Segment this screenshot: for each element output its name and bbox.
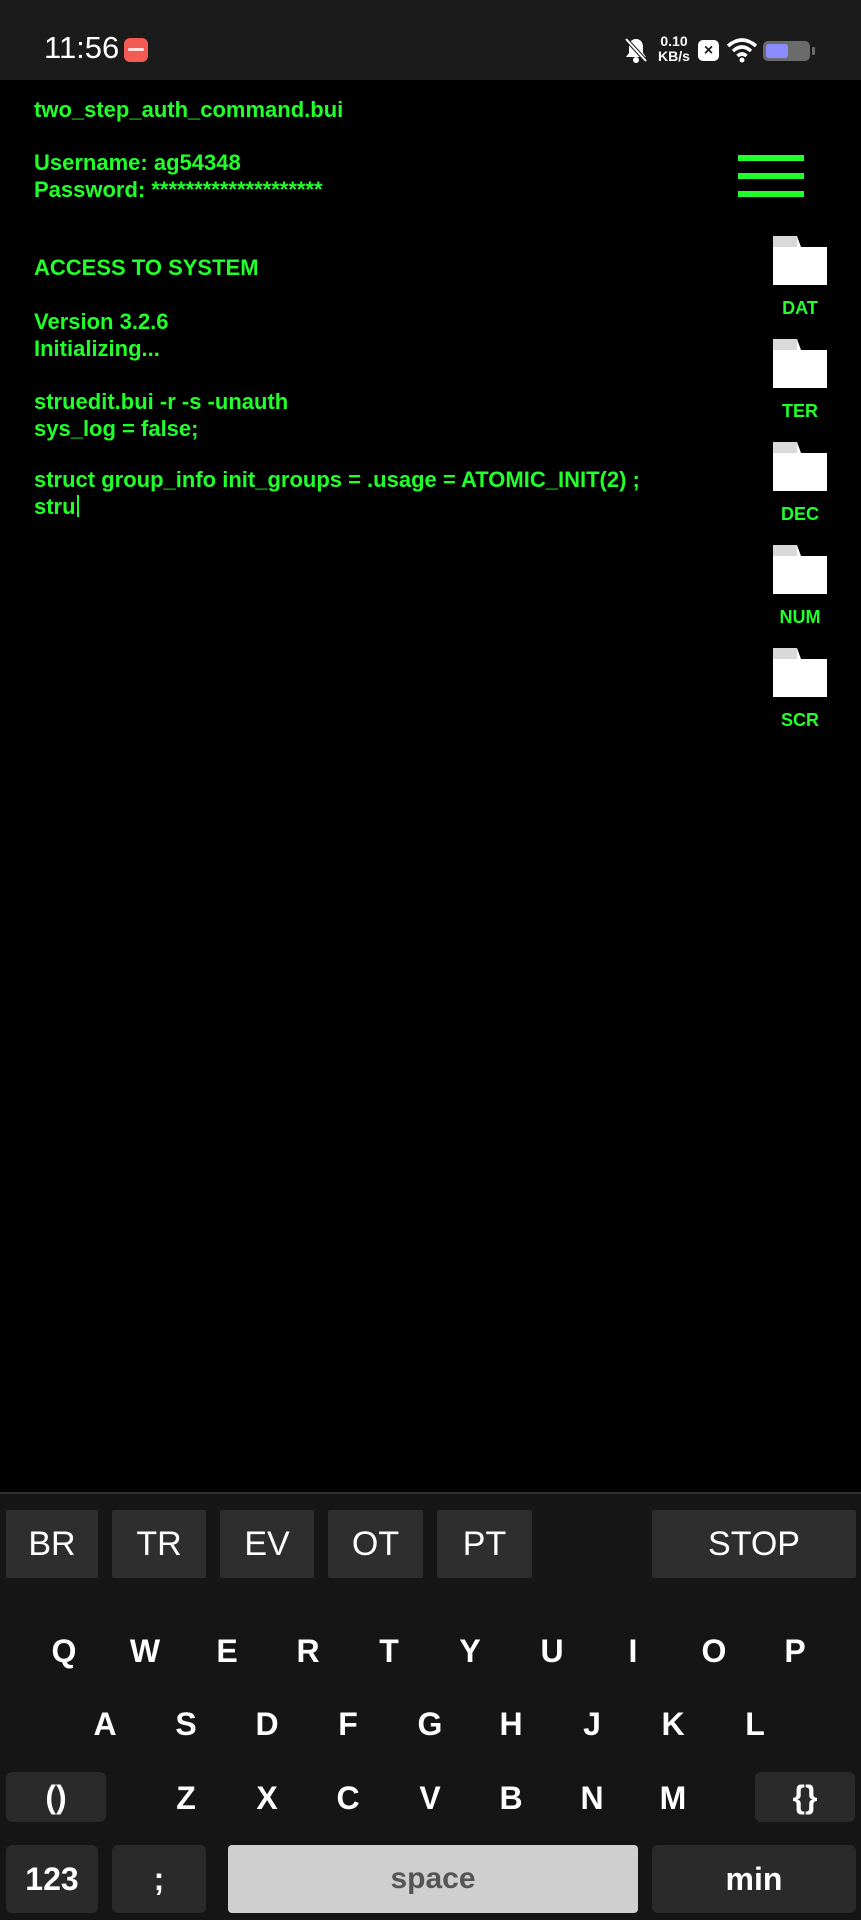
close-icon: × [698,40,719,61]
key-r[interactable]: R [268,1621,348,1681]
folder-label: DEC [780,504,819,524]
folder-scr[interactable]: SCR [765,648,835,738]
key-w[interactable]: W [105,1621,185,1681]
key-m[interactable]: M [633,1768,713,1828]
command-line: struedit.bui -r -s -unauth [34,389,289,414]
key-s[interactable]: S [146,1694,226,1754]
folder-label: NUM [779,607,821,627]
key-n[interactable]: N [552,1768,632,1828]
key-v[interactable]: V [390,1768,470,1828]
key-c[interactable]: C [308,1768,388,1828]
status-bar: 11:56 0.10 KB/s × [0,0,861,80]
pt-button[interactable]: PT [437,1510,532,1578]
typing-text: stru [34,494,76,519]
key-t[interactable]: T [349,1621,429,1681]
folder-label: TER [782,401,818,421]
ot-button[interactable]: OT [328,1510,423,1578]
syslog-line: sys_log = false; [34,416,199,441]
key-x[interactable]: X [227,1768,307,1828]
key-q[interactable]: Q [24,1621,104,1681]
min-key[interactable]: min [652,1845,856,1913]
menu-bar [738,155,804,161]
wifi-icon [726,38,758,63]
key-u[interactable]: U [512,1621,592,1681]
network-speed-unit: KB/s [658,48,690,64]
username-line: Username: ag54348 [34,150,241,175]
key-i[interactable]: I [593,1621,673,1681]
numbers-key[interactable]: 123 [6,1845,98,1913]
semicolon-key[interactable]: ; [112,1845,206,1913]
action-bar: BR TR EV OT PT STOP [0,1492,861,1604]
key-o[interactable]: O [674,1621,754,1681]
key-z[interactable]: Z [146,1768,226,1828]
folder-icon [773,648,827,697]
folder-icon [773,236,827,285]
file-name: two_step_auth_command.bui [34,97,344,122]
struct-line: struct group_info init_groups = .usage =… [34,467,640,492]
network-speed: 0.10 KB/s [656,34,692,64]
app-notification-icon [124,38,148,62]
folder-icon [773,442,827,491]
tr-button[interactable]: TR [112,1510,206,1578]
menu-button[interactable] [738,155,808,197]
version-line: Version 3.2.6 [34,309,169,334]
text-cursor [76,495,79,517]
key-e[interactable]: E [187,1621,267,1681]
folder-icon [773,545,827,594]
key-l[interactable]: L [715,1694,795,1754]
battery-icon [763,41,815,61]
key-p[interactable]: P [755,1621,835,1681]
key-h[interactable]: H [471,1694,551,1754]
menu-bar [738,191,804,197]
menu-bar [738,173,804,179]
folder-label: SCR [780,710,819,730]
ev-button[interactable]: EV [220,1510,314,1578]
clock: 11:56 [44,30,120,65]
key-b[interactable]: B [471,1768,551,1828]
space-key[interactable]: space [228,1845,638,1913]
key-j[interactable]: J [552,1694,632,1754]
key-y[interactable]: Y [430,1621,510,1681]
init-line: Initializing... [34,336,160,361]
folder-dec[interactable]: DEC [765,442,835,532]
network-speed-value: 0.10 [660,33,688,49]
stop-button[interactable]: STOP [652,1510,856,1578]
folder-num[interactable]: NUM [765,545,835,635]
folder-icon [773,339,827,388]
br-button[interactable]: BR [6,1510,98,1578]
access-line: ACCESS TO SYSTEM [34,255,259,280]
keyboard: Q W E R T Y U I O P A S D F G H J K L ()… [0,1602,861,1920]
key-d[interactable]: D [227,1694,307,1754]
folder-label: DAT [782,298,818,318]
key-g[interactable]: G [390,1694,470,1754]
braces-key[interactable]: {} [755,1772,855,1822]
key-f[interactable]: F [308,1694,388,1754]
password-line: Password: ******************** [34,177,323,202]
parentheses-key[interactable]: () [6,1772,106,1822]
folder-ter[interactable]: TER [765,339,835,429]
folder-dat[interactable]: DAT [765,236,835,326]
key-k[interactable]: K [633,1694,713,1754]
key-a[interactable]: A [65,1694,145,1754]
typing-line[interactable]: stru [34,494,79,520]
bell-muted-icon [624,37,648,63]
